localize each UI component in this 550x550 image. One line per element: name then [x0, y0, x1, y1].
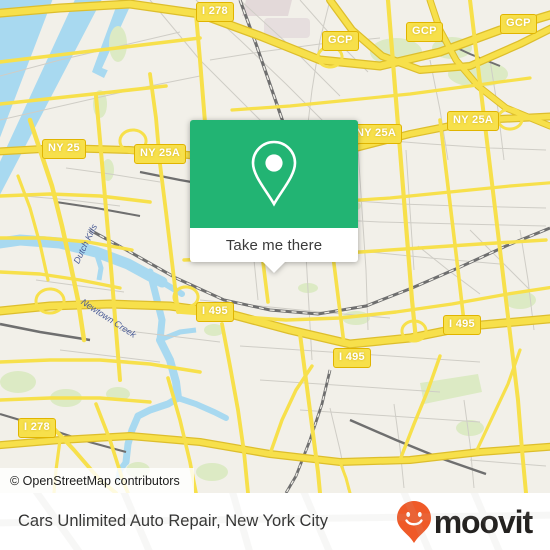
- popup-action-label: Take me there: [225, 236, 323, 254]
- road-shield: I 495: [196, 302, 234, 322]
- map-attribution[interactable]: © OpenStreetMap contributors: [0, 468, 194, 493]
- road-shield: GCP: [322, 31, 359, 51]
- moovit-wordmark: moovit: [433, 503, 533, 540]
- popup-action[interactable]: Take me there: [190, 228, 358, 273]
- map-canvas[interactable]: I 278 GCP GCP GCP NY 25A NY 25A NY 25 NY 25A I 4…: [0, 0, 550, 493]
- road-shield: I 278: [196, 2, 234, 22]
- road-shield: GCP: [500, 14, 537, 34]
- location-popup[interactable]: Take me there: [190, 120, 358, 273]
- popup-tail: [263, 262, 285, 273]
- road-shield: NY 25A: [134, 144, 187, 164]
- road-shield: NY 25A: [447, 111, 500, 131]
- attribution-text: © OpenStreetMap contributors: [10, 473, 180, 488]
- map-pin-icon: [251, 140, 297, 207]
- map-screen: I 278 GCP GCP GCP NY 25A NY 25A NY 25 NY 25A I 4…: [0, 0, 550, 550]
- moovit-smiley-pin-icon: [396, 500, 431, 543]
- road-shield: NY 25: [42, 139, 86, 159]
- moovit-logo[interactable]: moovit: [396, 500, 533, 544]
- place-title: Cars Unlimited Auto Repair, New York Cit…: [18, 512, 328, 530]
- road-shield: GCP: [406, 22, 443, 42]
- road-shield: I 495: [443, 315, 481, 335]
- footer-bar: Cars Unlimited Auto Repair, New York Cit…: [0, 493, 550, 550]
- road-shield: I 495: [333, 348, 371, 368]
- popup-header: [190, 120, 358, 228]
- road-shield: I 278: [18, 418, 56, 438]
